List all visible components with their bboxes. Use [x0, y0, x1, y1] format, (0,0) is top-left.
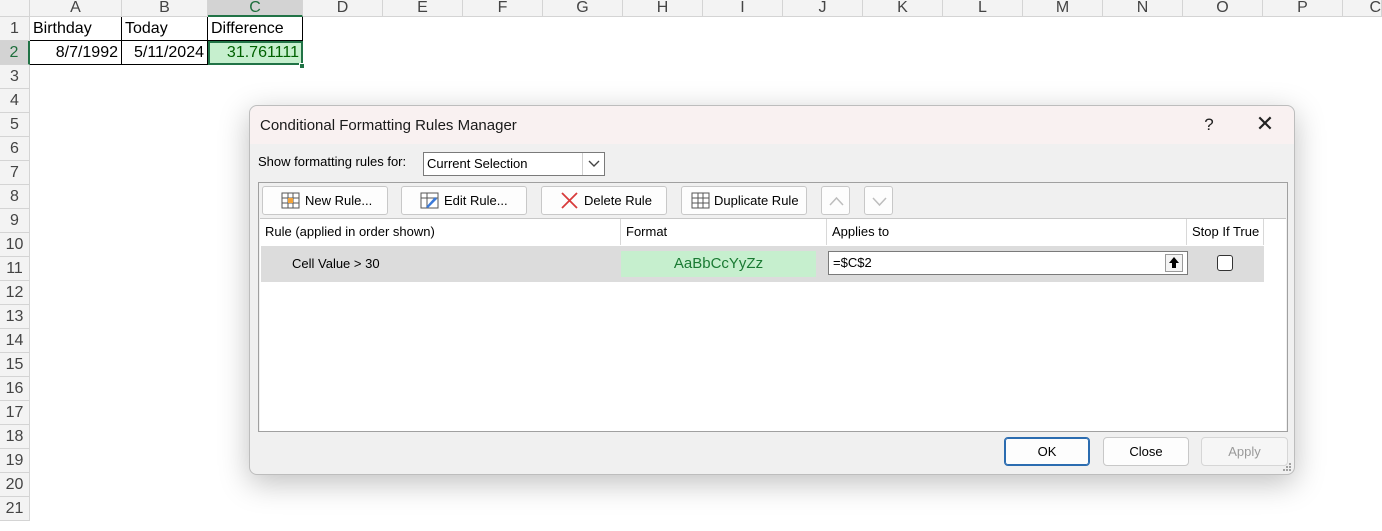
row-header-18[interactable]: 18 — [0, 425, 30, 449]
column-header-k[interactable]: K — [863, 0, 943, 17]
move-down-button[interactable] — [864, 186, 893, 215]
column-header-m[interactable]: M — [1023, 0, 1103, 17]
cell-b1[interactable]: Today — [122, 17, 208, 41]
applies-to-value: =$C$2 — [833, 255, 872, 270]
column-header-g[interactable]: G — [543, 0, 623, 17]
cell-c1[interactable]: Difference — [208, 17, 303, 41]
cell-a1[interactable]: Birthday — [30, 17, 122, 41]
row-header-14[interactable]: 14 — [0, 329, 30, 353]
row-header-13[interactable]: 13 — [0, 305, 30, 329]
range-picker-icon[interactable] — [1165, 254, 1183, 272]
duplicate-rule-icon — [691, 192, 710, 209]
stop-if-true-checkbox[interactable] — [1217, 255, 1233, 271]
dialog-titlebar[interactable]: Conditional Formatting Rules Manager ? ✕ — [250, 106, 1294, 144]
show-rules-label: Show formatting rules for: — [258, 154, 407, 169]
column-header-n[interactable]: N — [1103, 0, 1183, 17]
rule-description: Cell Value > 30 — [292, 256, 380, 271]
row-header-2[interactable]: 2 — [0, 41, 30, 65]
row-header-20[interactable]: 20 — [0, 473, 30, 497]
new-rule-label: New Rule... — [305, 193, 373, 208]
row-header-12[interactable]: 12 — [0, 281, 30, 305]
resize-grip-icon[interactable] — [1282, 462, 1292, 472]
ok-button[interactable]: OK — [1004, 437, 1090, 466]
header-rule: Rule (applied in order shown) — [260, 219, 621, 245]
column-header-a[interactable]: A — [30, 0, 122, 17]
header-format: Format — [621, 219, 827, 245]
row-header-4[interactable]: 4 — [0, 89, 30, 113]
row-header-9[interactable]: 9 — [0, 209, 30, 233]
delete-x-icon — [561, 192, 578, 209]
row-header-10[interactable]: 10 — [0, 233, 30, 257]
cell-a2[interactable]: 8/7/1992 — [30, 41, 122, 65]
row-header-11[interactable]: 11 — [0, 257, 30, 281]
cell-b2[interactable]: 5/11/2024 — [122, 41, 208, 65]
row-header-16[interactable]: 16 — [0, 377, 30, 401]
format-preview: AaBbCcYyZz — [621, 251, 816, 277]
close-icon[interactable]: ✕ — [1248, 112, 1282, 138]
edit-rule-label: Edit Rule... — [444, 193, 508, 208]
row-header-7[interactable]: 7 — [0, 161, 30, 185]
show-rules-dropdown[interactable]: Current Selection — [423, 152, 605, 176]
delete-rule-button[interactable]: Delete Rule — [541, 186, 667, 215]
show-rules-value: Current Selection — [427, 156, 528, 171]
rules-table: Rule (applied in order shown) Format App… — [260, 218, 1286, 431]
cell-c2[interactable]: 31.761111 — [208, 41, 303, 65]
edit-rule-button[interactable]: Edit Rule... — [401, 186, 527, 215]
row-header-17[interactable]: 17 — [0, 401, 30, 425]
row-header-5[interactable]: 5 — [0, 113, 30, 137]
column-header-d[interactable]: D — [303, 0, 383, 17]
rules-panel: New Rule... Edit Rule... Delete Rule Dup… — [258, 182, 1288, 432]
column-header-i[interactable]: I — [703, 0, 783, 17]
new-rule-button[interactable]: New Rule... — [262, 186, 388, 215]
row-header-6[interactable]: 6 — [0, 137, 30, 161]
row-header-19[interactable]: 19 — [0, 449, 30, 473]
edit-rule-icon — [420, 192, 439, 209]
fill-handle[interactable] — [299, 63, 305, 69]
column-header-b[interactable]: B — [122, 0, 208, 17]
move-up-button[interactable] — [821, 186, 850, 215]
column-header-f[interactable]: F — [463, 0, 543, 17]
column-header-c[interactable]: C — [208, 0, 303, 17]
close-button[interactable]: Close — [1103, 437, 1189, 466]
conditional-formatting-dialog: Conditional Formatting Rules Manager ? ✕… — [249, 105, 1295, 475]
row-header-3[interactable]: 3 — [0, 65, 30, 89]
column-header-o[interactable]: O — [1183, 0, 1263, 17]
apply-button[interactable]: Apply — [1201, 437, 1288, 466]
row-header-21[interactable]: 21 — [0, 497, 30, 521]
new-rule-icon — [281, 192, 300, 209]
header-applies-to: Applies to — [827, 219, 1187, 245]
column-header-p[interactable]: P — [1263, 0, 1343, 17]
row-header-1[interactable]: 1 — [0, 17, 30, 41]
chevron-down-icon[interactable] — [582, 153, 604, 175]
row-header-8[interactable]: 8 — [0, 185, 30, 209]
duplicate-rule-button[interactable]: Duplicate Rule — [681, 186, 807, 215]
select-all-corner[interactable] — [0, 0, 30, 17]
chevron-up-icon — [829, 196, 844, 206]
dialog-title: Conditional Formatting Rules Manager — [260, 117, 517, 134]
header-stop-if-true: Stop If True — [1187, 219, 1264, 245]
row-header-15[interactable]: 15 — [0, 353, 30, 377]
help-button[interactable]: ? — [1192, 112, 1226, 138]
chevron-down-icon — [872, 197, 887, 207]
column-header-e[interactable]: E — [383, 0, 463, 17]
column-header-l[interactable]: L — [943, 0, 1023, 17]
delete-rule-label: Delete Rule — [584, 193, 652, 208]
duplicate-rule-label: Duplicate Rule — [714, 193, 799, 208]
column-header-q-partial[interactable]: C — [1343, 0, 1382, 17]
rule-row[interactable]: Cell Value > 30 AaBbCcYyZz =$C$2 — [261, 246, 1264, 282]
column-header-j[interactable]: J — [783, 0, 863, 17]
column-header-h[interactable]: H — [623, 0, 703, 17]
applies-to-field[interactable]: =$C$2 — [828, 251, 1188, 275]
